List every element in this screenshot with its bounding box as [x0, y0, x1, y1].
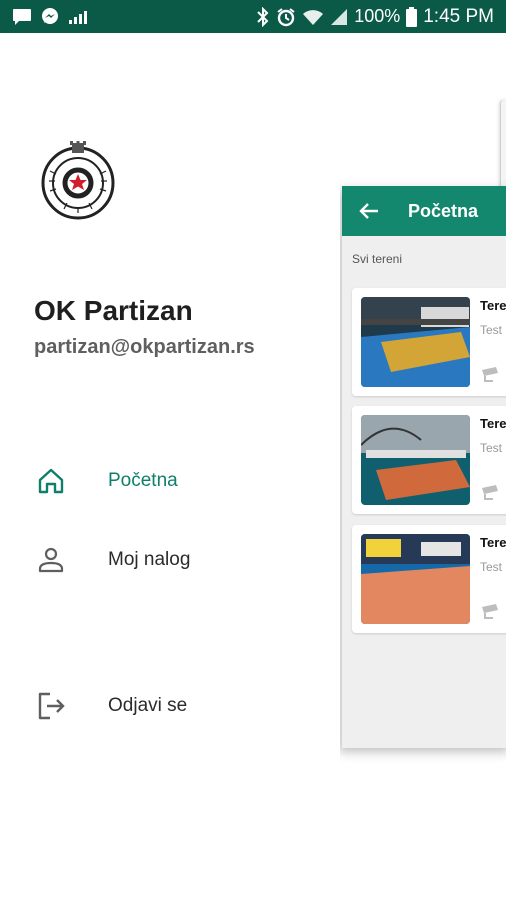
court-card[interactable]: Teren Test [352, 525, 506, 633]
profile-email: partizan@okpartizan.rs [34, 336, 255, 358]
wifi-icon [303, 9, 324, 25]
camera-icon [482, 604, 498, 619]
battery-icon [406, 6, 418, 27]
court-subtitle: Test [480, 441, 503, 455]
bluetooth-icon [257, 6, 269, 27]
court-title: Teren [480, 535, 506, 550]
camera-icon [482, 367, 498, 382]
nav-item-pocetna[interactable]: Početna [0, 453, 340, 509]
court-thumbnail [361, 297, 470, 387]
nav-item-label: Odjavi se [108, 695, 188, 716]
court-card[interactable]: Teren Test [352, 288, 506, 396]
clock: 1:45 PM [423, 5, 494, 27]
court-subtitle: Test [480, 323, 503, 337]
status-bar: 100% 1:45 PM [0, 0, 506, 33]
notification-icons [12, 7, 88, 27]
court-card[interactable]: Teren Test [352, 406, 506, 514]
court-title: Teren [480, 416, 506, 431]
system-status: 100% 1:45 PM [256, 6, 494, 28]
court-subtitle: Test [480, 560, 503, 574]
cell-signal-icon [331, 8, 348, 25]
court-thumbnail [361, 534, 470, 624]
app-toolbar-title: Početna [408, 201, 479, 221]
app-main-screen-preview[interactable]: Početna Svi tereni Teren Test [342, 186, 506, 748]
navigation-drawer: OK Partizan partizan@okpartizan.rs Počet… [0, 33, 340, 900]
club-logo [41, 141, 115, 220]
messenger-icon [42, 7, 58, 24]
back-arrow-icon[interactable] [358, 200, 380, 222]
app-toolbar: Početna [342, 186, 506, 236]
nav-item-label: Moj nalog [108, 549, 191, 570]
battery-percent: 100% [354, 6, 401, 26]
court-thumbnail [361, 415, 470, 505]
section-label: Svi tereni [352, 252, 403, 266]
camera-icon [482, 485, 498, 500]
nav-item-moj-nalog[interactable]: Moj nalog [0, 532, 340, 588]
logout-icon [36, 691, 66, 721]
nav-item-odjavi-se[interactable]: Odjavi se [0, 678, 340, 734]
profile-name: OK Partizan [34, 295, 193, 326]
home-icon [36, 466, 66, 496]
signal-data-icon [69, 10, 87, 24]
user-icon [36, 545, 66, 575]
message-icon [13, 8, 31, 25]
nav-item-label: Početna [108, 470, 178, 491]
court-title: Teren [480, 298, 506, 313]
alarm-icon [277, 7, 295, 26]
